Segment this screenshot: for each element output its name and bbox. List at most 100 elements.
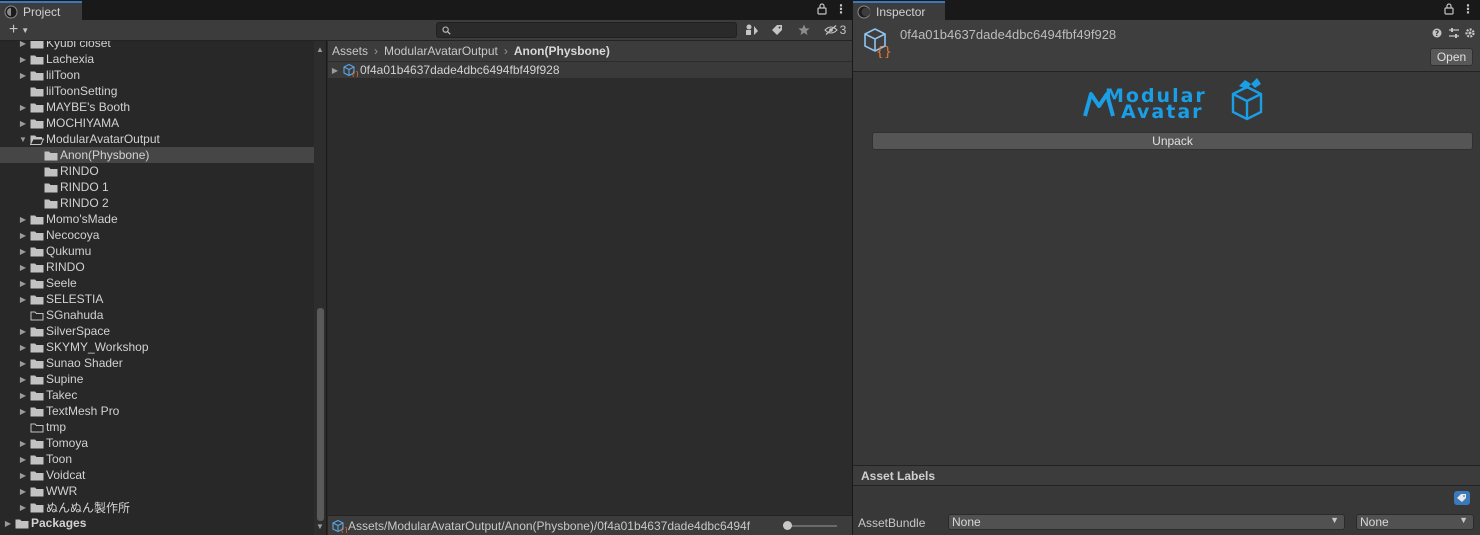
expand-arrow-icon[interactable]: ▶ xyxy=(18,499,28,515)
tree-item[interactable]: ▶ SKYMY_Workshop xyxy=(0,339,314,355)
expand-arrow-icon[interactable]: ▶ xyxy=(18,339,28,355)
expand-arrow-icon[interactable]: ▶ xyxy=(18,67,28,83)
create-button[interactable]: + ▼ xyxy=(4,21,34,38)
tree-item[interactable]: RINDO 2 xyxy=(0,195,314,211)
tree-item[interactable]: RINDO 1 xyxy=(0,179,314,195)
tree-item[interactable]: ▶ Tomoya xyxy=(0,435,314,451)
folder-tree[interactable]: ▶ Kyubi closet ▶ Lachexia ▶ lilToon lilToonSet… xyxy=(0,41,314,535)
scroll-down-arrow-icon[interactable]: ▼ xyxy=(316,522,324,531)
tree-item[interactable]: ▶ Packages xyxy=(0,515,314,531)
tree-item[interactable]: ▶ Necocoya xyxy=(0,227,314,243)
help-icon[interactable]: ? xyxy=(1432,28,1442,38)
expand-arrow-icon[interactable]: ▶ xyxy=(18,467,28,483)
scrollbar-thumb[interactable] xyxy=(317,308,324,521)
expand-arrow-icon[interactable]: ▶ xyxy=(18,323,28,339)
inspector-tab-bar: Inspector ⋮ xyxy=(853,0,1480,20)
logo-line-2: Avatar xyxy=(1121,101,1204,123)
lock-icon[interactable] xyxy=(817,3,827,18)
expand-arrow-icon[interactable]: ▶ xyxy=(18,451,28,467)
tree-item[interactable]: RINDO xyxy=(0,163,314,179)
expand-arrow-icon[interactable]: ▶ xyxy=(18,387,28,403)
tree-item-label: lilToonSetting xyxy=(46,84,118,98)
tree-item-label: Momo'sMade xyxy=(46,212,118,226)
breadcrumb-item-assets[interactable]: Assets xyxy=(332,44,368,58)
unpack-button[interactable]: Unpack xyxy=(872,132,1473,150)
tab-inspector[interactable]: Inspector xyxy=(853,1,945,20)
folder-icon xyxy=(30,438,46,449)
tree-item[interactable]: ▶ lilToon xyxy=(0,67,314,83)
tree-item[interactable]: ▶ Momo'sMade xyxy=(0,211,314,227)
expand-arrow-icon[interactable]: ▶ xyxy=(328,66,342,75)
expand-arrow-icon[interactable]: ▶ xyxy=(18,227,28,243)
expand-arrow-icon[interactable]: ▶ xyxy=(3,515,13,531)
search-by-type-button[interactable] xyxy=(742,22,762,38)
expand-arrow-icon[interactable]: ▶ xyxy=(18,275,28,291)
tree-item[interactable]: ▶ SilverSpace xyxy=(0,323,314,339)
tree-item-label: TextMesh Pro xyxy=(46,404,120,418)
expand-down-arrow-icon[interactable]: ▼ xyxy=(18,131,28,147)
tree-item[interactable]: ▶ Lachexia xyxy=(0,51,314,67)
tree-item[interactable]: SGnahuda xyxy=(0,307,314,323)
tree-item[interactable]: ▶ Seele xyxy=(0,275,314,291)
tree-item-label: RINDO 2 xyxy=(60,196,109,210)
breadcrumb-item-modularavataroutput[interactable]: ModularAvatarOutput xyxy=(384,44,498,58)
more-menu-icon[interactable]: ⋮ xyxy=(835,2,847,16)
tree-item[interactable]: lilToonSetting xyxy=(0,83,314,99)
expand-arrow-icon[interactable]: ▶ xyxy=(18,355,28,371)
expand-arrow-icon[interactable]: ▶ xyxy=(18,211,28,227)
presets-icon[interactable] xyxy=(1448,27,1460,39)
gear-icon[interactable] xyxy=(1464,27,1476,39)
folder-icon xyxy=(30,390,46,401)
asset-labels-header: Asset Labels xyxy=(853,465,1480,486)
expand-arrow-icon[interactable]: ▶ xyxy=(18,99,28,115)
expand-arrow-icon[interactable]: ▶ xyxy=(18,371,28,387)
expand-arrow-icon[interactable]: ▶ xyxy=(18,259,28,275)
tree-item[interactable]: ▶ WWR xyxy=(0,483,314,499)
expand-arrow-icon[interactable]: ▶ xyxy=(18,483,28,499)
tree-item-label: Seele xyxy=(46,276,77,290)
expand-arrow-icon[interactable]: ▶ xyxy=(18,291,28,307)
assetbundle-dropdown[interactable]: None ▼ xyxy=(948,514,1345,530)
search-input[interactable] xyxy=(436,22,737,38)
tab-project[interactable]: Project xyxy=(0,1,82,20)
expand-arrow-icon[interactable]: ▶ xyxy=(18,115,28,131)
asset-list-item[interactable]: ▶ {} 0f4a01b4637dade4dbc6494fbf49f928 xyxy=(328,62,852,78)
open-button[interactable]: Open xyxy=(1430,48,1473,66)
tree-item[interactable]: ▶ Takec xyxy=(0,387,314,403)
expand-arrow-icon[interactable]: ▶ xyxy=(18,403,28,419)
tree-item[interactable]: ▶ Voidcat xyxy=(0,467,314,483)
tree-item[interactable]: ▶ Supine xyxy=(0,371,314,387)
tree-item[interactable]: ▼ ModularAvatarOutput xyxy=(0,131,314,147)
expand-arrow-icon[interactable]: ▶ xyxy=(18,435,28,451)
breadcrumb-item-current[interactable]: Anon(Physbone) xyxy=(514,44,610,58)
folder-icon xyxy=(44,198,60,209)
lock-icon[interactable] xyxy=(1444,3,1454,18)
expand-arrow-icon[interactable]: ▶ xyxy=(18,41,28,51)
folder-tree-scrollbar[interactable]: ▲ ▼ xyxy=(314,41,327,535)
icon-size-slider-handle[interactable] xyxy=(783,521,792,530)
tree-item[interactable]: tmp xyxy=(0,419,314,435)
tree-item[interactable]: ▶ SELESTIA xyxy=(0,291,314,307)
tree-item[interactable]: ▶ Toon xyxy=(0,451,314,467)
scroll-up-arrow-icon[interactable]: ▲ xyxy=(316,45,324,54)
search-by-label-button[interactable] xyxy=(767,22,787,38)
tree-item[interactable]: ▶ Kyubi closet xyxy=(0,41,314,51)
expand-arrow-icon[interactable]: ▶ xyxy=(18,243,28,259)
more-menu-icon[interactable]: ⋮ xyxy=(1462,2,1474,16)
tree-item[interactable]: ▶ Qukumu xyxy=(0,243,314,259)
favorites-button[interactable] xyxy=(794,22,814,38)
tree-item[interactable]: ▶ ぬんぬん製作所 xyxy=(0,499,314,515)
project-window: Project ⋮ + ▼ 3 ▶ Kyubi closet ▶ Lachexia ▶ li… xyxy=(0,0,852,535)
tree-item[interactable]: ▶ RINDO xyxy=(0,259,314,275)
folder-icon xyxy=(30,502,46,513)
project-tab-bar: Project ⋮ xyxy=(0,0,852,20)
assetbundle-variant-dropdown[interactable]: None ▼ xyxy=(1356,514,1474,530)
tree-item[interactable]: ▶ Sunao Shader xyxy=(0,355,314,371)
hidden-packages-toggle[interactable]: 3 xyxy=(820,22,850,38)
tree-item[interactable]: Anon(Physbone) xyxy=(0,147,314,163)
tree-item[interactable]: ▶ MAYBE's Booth xyxy=(0,99,314,115)
tree-item[interactable]: ▶ TextMesh Pro xyxy=(0,403,314,419)
asset-label-tag-icon[interactable] xyxy=(1454,491,1470,505)
expand-arrow-icon[interactable]: ▶ xyxy=(18,51,28,67)
tree-item[interactable]: ▶ MOCHIYAMA xyxy=(0,115,314,131)
